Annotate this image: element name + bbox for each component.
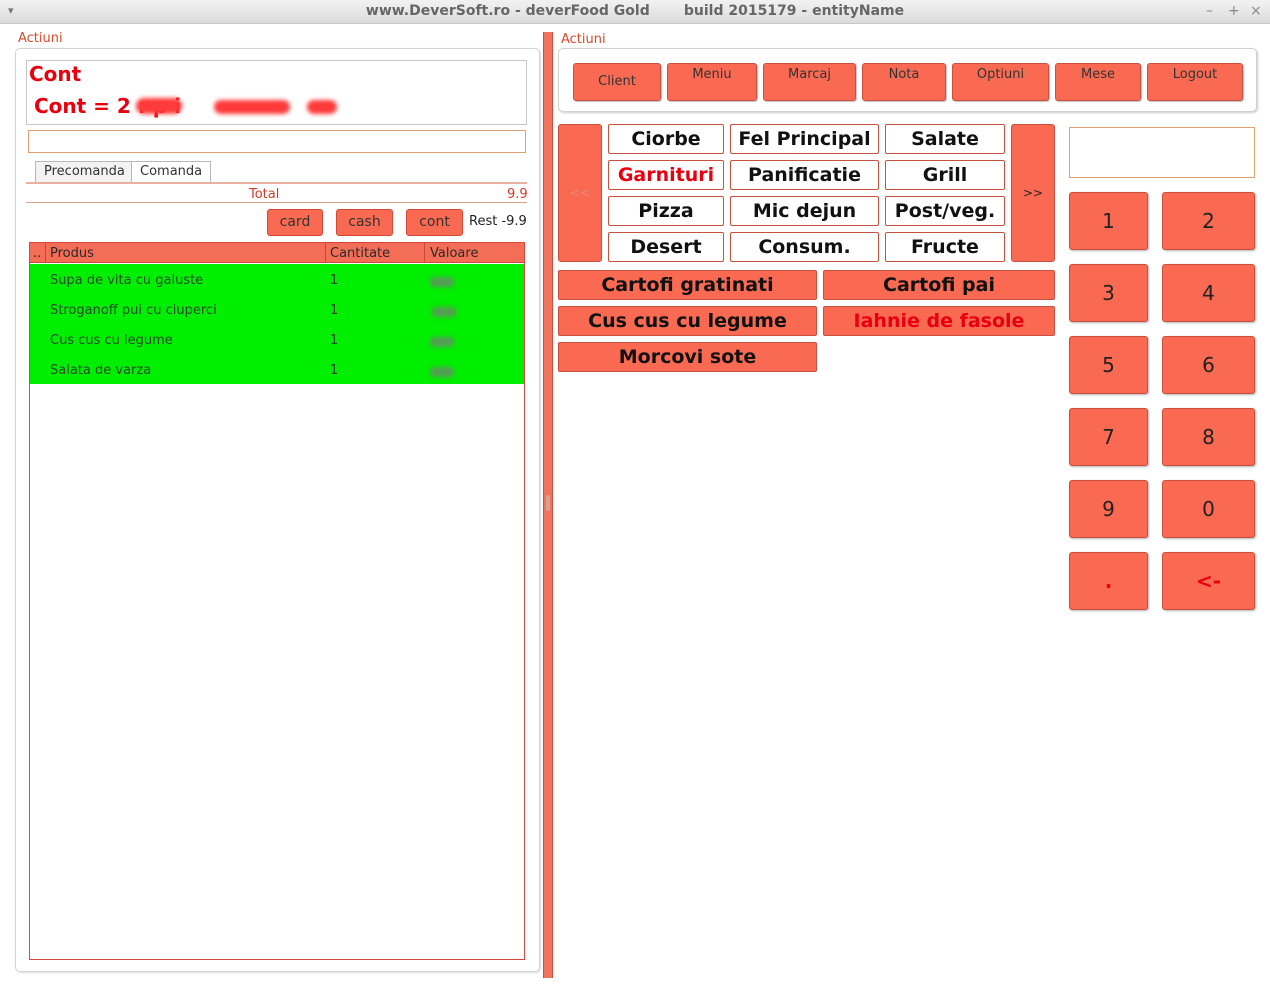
category-salate[interactable]: Salate [885, 124, 1005, 154]
product-cus-cus-cu-legume[interactable]: Cus cus cu legume [558, 306, 817, 336]
cash-button[interactable]: cash [336, 209, 393, 236]
table-row-cantitate[interactable]: 1 [330, 333, 338, 348]
cont-input[interactable] [28, 130, 526, 153]
product-iahnie-de-fasole[interactable]: Iahnie de fasole [823, 306, 1055, 336]
numpad-display[interactable] [1069, 127, 1255, 178]
redacted-value [430, 277, 454, 287]
table-row-cantitate[interactable]: 1 [330, 363, 338, 378]
cont-button[interactable]: cont [406, 209, 463, 236]
category-garnituri[interactable]: Garnituri [608, 160, 724, 190]
numpad-key-0[interactable]: 0 [1162, 480, 1255, 538]
product-cartofi-pai[interactable]: Cartofi pai [823, 270, 1055, 300]
total-divider [26, 202, 527, 203]
column-header-produs[interactable]: Produs [50, 246, 94, 261]
tab-underline [26, 182, 527, 184]
numpad-key-4[interactable]: 4 [1162, 264, 1255, 322]
product-morcovi-sote[interactable]: Morcovi sote [558, 342, 817, 372]
column-header-marker[interactable]: .. [33, 246, 41, 261]
redacted-blur [214, 100, 290, 114]
numpad-key-9[interactable]: 9 [1069, 480, 1148, 538]
table-row-cantitate[interactable]: 1 [330, 273, 338, 288]
redacted-blur [136, 98, 182, 114]
tab-comanda[interactable]: Comanda [131, 161, 212, 183]
divider-grip[interactable] [546, 495, 550, 511]
right-section-label: Actiuni [561, 32, 606, 47]
prev-categories-button[interactable]: << [558, 124, 602, 262]
numpad-key-6[interactable]: 6 [1162, 336, 1255, 394]
category-panificatie[interactable]: Panificatie [730, 160, 879, 190]
numpad-key-2[interactable]: 2 [1162, 192, 1255, 250]
redacted-value [430, 337, 454, 347]
category-ciorbe[interactable]: Ciorbe [608, 124, 724, 154]
category-post-veg[interactable]: Post/veg. [885, 196, 1005, 226]
table-row-produs[interactable]: Cus cus cu legume [50, 333, 173, 348]
card-button[interactable]: card [267, 209, 323, 236]
client-button[interactable]: Client [573, 63, 661, 101]
table-row-cantitate[interactable]: 1 [330, 303, 338, 318]
category-mic-dejun[interactable]: Mic dejun [730, 196, 879, 226]
product-cartofi-gratinati[interactable]: Cartofi gratinati [558, 270, 817, 300]
table-row-produs[interactable]: Supa de vita cu galuste [50, 273, 203, 288]
column-header-cantitate[interactable]: Cantitate [330, 246, 390, 261]
meniu-button[interactable]: Meniu [667, 63, 757, 101]
redacted-value [430, 367, 454, 377]
numpad-key-5[interactable]: 5 [1069, 336, 1148, 394]
numpad-key-1[interactable]: 1 [1069, 192, 1148, 250]
minimize-icon[interactable]: – [1206, 3, 1213, 19]
numpad-key-decimal[interactable]: . [1069, 552, 1148, 610]
numpad-key-8[interactable]: 8 [1162, 408, 1255, 466]
logout-button[interactable]: Logout [1147, 63, 1243, 101]
total-label: Total [249, 187, 280, 202]
tab-precomanda[interactable]: Precomanda [35, 161, 134, 183]
window-title: www.DeverSoft.ro - deverFood Gold build … [365, 3, 905, 19]
category-fructe[interactable]: Fructe [885, 232, 1005, 262]
nota-button[interactable]: Nota [862, 63, 946, 101]
category-consum[interactable]: Consum. [730, 232, 879, 262]
redacted-value [432, 307, 456, 317]
column-separator [45, 243, 46, 263]
category-fel-principal[interactable]: Fel Principal [730, 124, 879, 154]
table-row-produs[interactable]: Stroganoff pui cu ciuperci [50, 303, 217, 318]
redacted-blur [307, 100, 337, 114]
marcaj-button[interactable]: Marcaj [763, 63, 856, 101]
optiuni-button[interactable]: Optiuni [952, 63, 1049, 101]
column-separator [424, 243, 425, 263]
category-grill[interactable]: Grill [885, 160, 1005, 190]
column-separator [325, 243, 326, 263]
close-icon[interactable]: × [1250, 3, 1262, 19]
mese-button[interactable]: Mese [1055, 63, 1141, 101]
numpad-key-backspace[interactable]: <- [1162, 552, 1255, 610]
category-pizza[interactable]: Pizza [608, 196, 724, 226]
category-desert[interactable]: Desert [608, 232, 724, 262]
total-value: 9.9 [507, 187, 528, 202]
maximize-icon[interactable]: + [1228, 3, 1240, 19]
numpad-key-3[interactable]: 3 [1069, 264, 1148, 322]
cont-title: Cont [29, 62, 82, 86]
column-header-valoare[interactable]: Valoare [430, 246, 478, 261]
next-categories-button[interactable]: >> [1011, 124, 1055, 262]
numpad-key-7[interactable]: 7 [1069, 408, 1148, 466]
table-row-produs[interactable]: Salata de varza [50, 363, 151, 378]
left-section-label: Actiuni [18, 31, 63, 46]
rest-label: Rest -9.9 [469, 214, 527, 229]
